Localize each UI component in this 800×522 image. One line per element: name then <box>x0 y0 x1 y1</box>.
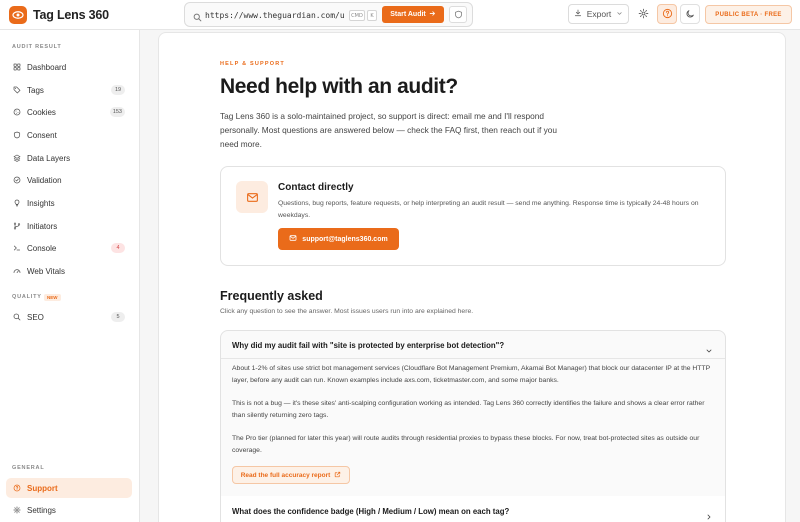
sidebar-item-label: Cookies <box>27 107 56 117</box>
beta-badge: PUBLIC BETA · FREE <box>705 5 792 24</box>
faq-heading: Frequently asked <box>220 289 323 303</box>
url-input[interactable] <box>205 7 345 23</box>
sidebar-item-data-layers[interactable]: Data Layers <box>6 148 132 168</box>
sidebar-item-support[interactable]: Support <box>6 478 132 498</box>
layers-icon <box>13 154 21 162</box>
gear-icon <box>13 506 21 514</box>
sidebar-item-insights[interactable]: Insights <box>6 193 132 213</box>
sidebar-item-seo[interactable]: SEO 5 <box>6 307 132 327</box>
new-badge: NEW <box>44 294 61 301</box>
section-label-audit: AUDIT RESULT <box>12 44 62 50</box>
sidebar-item-label: Settings <box>27 505 56 515</box>
sidebar-item-label: Support <box>27 483 58 493</box>
sidebar-item-label: Initiators <box>27 221 58 231</box>
sidebar-item-initiators[interactable]: Initiators <box>6 216 132 236</box>
sidebar-item-console[interactable]: Console 4 <box>6 238 132 258</box>
sidebar-item-label: Tags <box>27 85 44 95</box>
faq-subtitle: Click any question to see the answer. Mo… <box>220 308 474 315</box>
sidebar-item-tags[interactable]: Tags 19 <box>6 80 132 100</box>
count-badge: 19 <box>111 85 125 95</box>
theme-toggle-button[interactable] <box>680 4 700 24</box>
terminal-icon <box>13 244 21 252</box>
eye-icon <box>9 6 27 24</box>
section-label-general: GENERAL <box>12 465 45 471</box>
settings-button[interactable] <box>633 4 653 24</box>
contact-title: Contact directly <box>278 182 354 193</box>
shield-icon <box>454 7 463 22</box>
sidebar-item-label: Consent <box>27 130 57 140</box>
count-badge: 153 <box>109 107 125 117</box>
sidebar-item-dashboard[interactable]: Dashboard <box>6 57 132 77</box>
sidebar-item-label: SEO <box>27 312 44 322</box>
top-bar: Tag Lens 360 CMD K Start Audit Export <box>0 0 800 30</box>
sidebar-item-label: Dashboard <box>27 62 67 72</box>
grid-icon <box>13 63 21 71</box>
download-icon <box>574 9 582 19</box>
email-label: support@taglens360.com <box>302 235 388 243</box>
shield-button[interactable] <box>449 6 467 23</box>
section-label-quality: QUALITY <box>12 294 42 300</box>
url-bar: CMD K Start Audit <box>184 2 473 27</box>
mail-icon <box>289 234 297 244</box>
sidebar-item-validation[interactable]: Validation <box>6 170 132 190</box>
help-circle-icon <box>13 484 21 492</box>
shield-icon <box>13 131 21 139</box>
sidebar-item-label: Console <box>27 243 57 253</box>
tag-icon <box>13 86 21 94</box>
search-icon <box>13 313 21 321</box>
help-button[interactable] <box>657 4 677 24</box>
lightbulb-icon <box>13 199 21 207</box>
sidebar-item-label: Validation <box>27 175 62 185</box>
branch-icon <box>13 222 21 230</box>
accuracy-report-label: Read the full accuracy report <box>240 471 331 479</box>
support-panel: HELP & SUPPORT Need help with an audit? … <box>158 32 786 522</box>
faq-answer-paragraph: The Pro tier (planned for later this yea… <box>232 435 700 454</box>
gear-icon <box>638 7 649 22</box>
check-circle-icon <box>13 176 21 184</box>
moon-icon <box>685 7 695 22</box>
kbd-cmd: CMD <box>349 10 365 21</box>
cookie-icon <box>13 108 21 116</box>
contact-card: Contact directly Questions, bug reports,… <box>220 166 726 266</box>
sidebar-item-label: Web Vitals <box>27 266 65 276</box>
chevron-down-icon <box>616 9 623 19</box>
sidebar-item-settings[interactable]: Settings <box>6 500 132 520</box>
page-title: Need help with an audit? <box>220 75 458 98</box>
count-badge: 5 <box>111 312 125 322</box>
external-link-icon <box>334 471 341 480</box>
sidebar: AUDIT RESULT Dashboard Tags 19 Cookies 1… <box>0 30 140 522</box>
sidebar-item-label: Data Layers <box>27 153 71 163</box>
start-audit-label: Start Audit <box>390 11 426 18</box>
gauge-icon <box>13 267 21 275</box>
mail-icon <box>236 181 268 213</box>
beta-label: PUBLIC BETA · FREE <box>715 11 782 18</box>
faq-answer-paragraph: This is not a bug — it's these sites' an… <box>232 400 705 419</box>
start-audit-button[interactable]: Start Audit <box>382 6 444 23</box>
search-icon <box>193 9 202 27</box>
app-name: Tag Lens 360 <box>33 8 109 22</box>
faq-item-collapsed[interactable]: What does the confidence badge (High / M… <box>220 496 726 522</box>
accuracy-report-link[interactable]: Read the full accuracy report <box>232 466 350 484</box>
email-support-button[interactable]: support@taglens360.com <box>278 228 399 250</box>
arrow-right-icon <box>429 10 436 19</box>
chevron-right-icon[interactable] <box>705 508 713 522</box>
faq-question[interactable]: What does the confidence badge (High / M… <box>232 507 509 516</box>
sidebar-item-web-vitals[interactable]: Web Vitals <box>6 261 132 281</box>
divider <box>221 358 725 359</box>
kbd-k: K <box>367 10 377 21</box>
help-circle-icon <box>662 7 673 22</box>
faq-answer-paragraph: About 1-2% of sites use strict bot manag… <box>232 365 711 384</box>
faq-item-expanded[interactable]: Why did my audit fail with "site is prot… <box>220 330 726 497</box>
sidebar-item-label: Insights <box>27 198 55 208</box>
intro-text: Tag Lens 360 is a solo-maintained projec… <box>220 111 557 149</box>
error-count-badge: 4 <box>111 243 125 253</box>
contact-desc: Questions, bug reports, feature requests… <box>278 200 699 219</box>
app-logo[interactable]: Tag Lens 360 <box>9 6 109 24</box>
eyebrow: HELP & SUPPORT <box>220 61 285 67</box>
export-button[interactable]: Export <box>568 4 629 24</box>
faq-question[interactable]: Why did my audit fail with "site is prot… <box>232 341 504 350</box>
sidebar-item-consent[interactable]: Consent <box>6 125 132 145</box>
sidebar-item-cookies[interactable]: Cookies 153 <box>6 102 132 122</box>
export-label: Export <box>586 9 612 19</box>
